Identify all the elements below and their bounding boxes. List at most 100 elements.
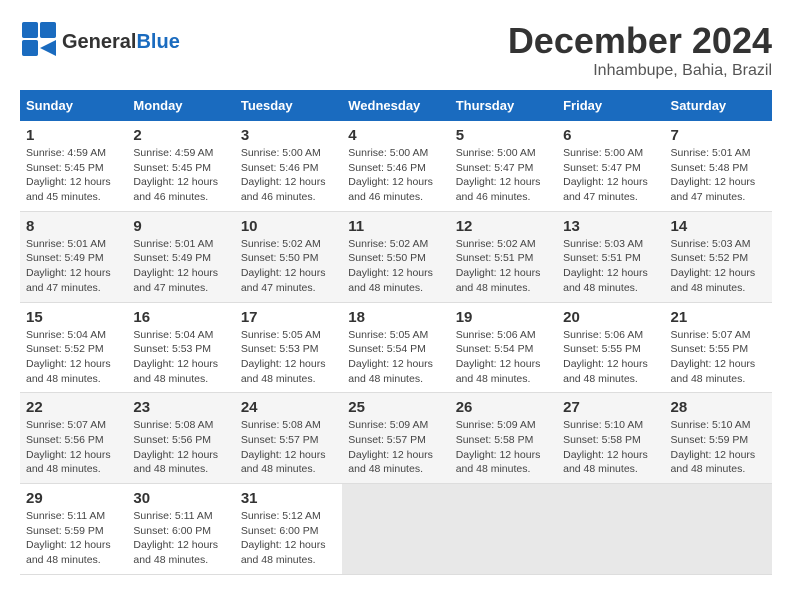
day-number: 6 xyxy=(563,127,658,144)
day-number: 25 xyxy=(348,399,443,416)
table-row: 22 Sunrise: 5:07 AM Sunset: 5:56 PM Dayli… xyxy=(20,393,127,484)
day-info: Sunrise: 5:00 AM Sunset: 5:46 PM Dayligh… xyxy=(348,146,443,205)
day-number: 4 xyxy=(348,127,443,144)
day-info: Sunrise: 5:07 AM Sunset: 5:56 PM Dayligh… xyxy=(26,418,121,477)
day-number: 18 xyxy=(348,309,443,326)
header-row: Sunday Monday Tuesday Wednesday Thursday… xyxy=(20,90,772,121)
day-info: Sunrise: 5:03 AM Sunset: 5:51 PM Dayligh… xyxy=(563,237,658,296)
week-row-3: 15Sunrise: 5:04 AM Sunset: 5:52 PM Dayli… xyxy=(20,302,772,393)
table-row: 9 Sunrise: 5:01 AM Sunset: 5:49 PM Daylig… xyxy=(127,211,234,302)
table-row: 25 Sunrise: 5:09 AM Sunset: 5:57 PM Dayli… xyxy=(342,393,449,484)
day-info: Sunrise: 5:06 AM Sunset: 5:55 PM Dayligh… xyxy=(563,328,658,387)
table-row: 27Sunrise: 5:10 AM Sunset: 5:58 PM Dayli… xyxy=(557,393,664,484)
day-info: Sunrise: 5:04 AM Sunset: 5:52 PM Dayligh… xyxy=(26,328,121,387)
table-row: 6Sunrise: 5:00 AM Sunset: 5:47 PM Daylig… xyxy=(557,121,664,211)
day-info: Sunrise: 5:07 AM Sunset: 5:55 PM Dayligh… xyxy=(671,328,766,387)
day-number: 11 xyxy=(348,218,443,235)
day-number: 20 xyxy=(563,309,658,326)
table-row: 30 Sunrise: 5:11 AM Sunset: 6:00 PM Dayli… xyxy=(127,484,234,575)
day-info: Sunrise: 5:09 AM Sunset: 5:57 PM Dayligh… xyxy=(348,418,443,477)
logo-icon xyxy=(20,20,58,58)
table-row: 23 Sunrise: 5:08 AM Sunset: 5:56 PM Dayli… xyxy=(127,393,234,484)
table-row: 2 Sunrise: 4:59 AM Sunset: 5:45 PM Daylig… xyxy=(127,121,234,211)
table-row: 10 Sunrise: 5:02 AM Sunset: 5:50 PM Dayli… xyxy=(235,211,342,302)
calendar-table: Sunday Monday Tuesday Wednesday Thursday… xyxy=(20,90,772,575)
day-number: 28 xyxy=(671,399,766,416)
table-row: 20 Sunrise: 5:06 AM Sunset: 5:55 PM Dayli… xyxy=(557,302,664,393)
day-number: 29 xyxy=(26,490,121,507)
day-number: 23 xyxy=(133,399,228,416)
col-tuesday: Tuesday xyxy=(235,90,342,121)
table-row xyxy=(450,484,557,575)
day-info: Sunrise: 5:01 AM Sunset: 5:49 PM Dayligh… xyxy=(133,237,228,296)
table-row: 26 Sunrise: 5:09 AM Sunset: 5:58 PM Dayli… xyxy=(450,393,557,484)
day-info: Sunrise: 5:08 AM Sunset: 5:57 PM Dayligh… xyxy=(241,418,336,477)
table-row: 29 Sunrise: 5:11 AM Sunset: 5:59 PM Dayli… xyxy=(20,484,127,575)
table-row xyxy=(342,484,449,575)
month-title: December 2024 xyxy=(508,20,772,62)
day-info: Sunrise: 5:01 AM Sunset: 5:49 PM Dayligh… xyxy=(26,237,121,296)
day-number: 19 xyxy=(456,309,551,326)
table-row: 4 Sunrise: 5:00 AM Sunset: 5:46 PM Daylig… xyxy=(342,121,449,211)
table-row: 3 Sunrise: 5:00 AM Sunset: 5:46 PM Daylig… xyxy=(235,121,342,211)
table-row xyxy=(557,484,664,575)
logo-text-line1: GeneralBlue xyxy=(62,31,180,53)
day-info: Sunrise: 5:12 AM Sunset: 6:00 PM Dayligh… xyxy=(241,509,336,568)
table-row: 24 Sunrise: 5:08 AM Sunset: 5:57 PM Dayli… xyxy=(235,393,342,484)
table-row: 17Sunrise: 5:05 AM Sunset: 5:53 PM Dayli… xyxy=(235,302,342,393)
location: Inhambupe, Bahia, Brazil xyxy=(508,62,772,80)
day-number: 12 xyxy=(456,218,551,235)
day-number: 3 xyxy=(241,127,336,144)
day-info: Sunrise: 5:09 AM Sunset: 5:58 PM Dayligh… xyxy=(456,418,551,477)
day-number: 26 xyxy=(456,399,551,416)
table-row: 31Sunrise: 5:12 AM Sunset: 6:00 PM Dayli… xyxy=(235,484,342,575)
day-info: Sunrise: 5:08 AM Sunset: 5:56 PM Dayligh… xyxy=(133,418,228,477)
day-info: Sunrise: 5:01 AM Sunset: 5:48 PM Dayligh… xyxy=(671,146,766,205)
week-row-5: 29 Sunrise: 5:11 AM Sunset: 5:59 PM Dayli… xyxy=(20,484,772,575)
week-row-1: 1Sunrise: 4:59 AM Sunset: 5:45 PM Daylig… xyxy=(20,121,772,211)
table-row: 14 Sunrise: 5:03 AM Sunset: 5:52 PM Dayli… xyxy=(665,211,772,302)
table-row: 21 Sunrise: 5:07 AM Sunset: 5:55 PM Dayli… xyxy=(665,302,772,393)
col-saturday: Saturday xyxy=(665,90,772,121)
table-row: 18Sunrise: 5:05 AM Sunset: 5:54 PM Dayli… xyxy=(342,302,449,393)
logo: GeneralBlue xyxy=(20,20,180,63)
week-row-4: 22 Sunrise: 5:07 AM Sunset: 5:56 PM Dayli… xyxy=(20,393,772,484)
day-info: Sunrise: 5:06 AM Sunset: 5:54 PM Dayligh… xyxy=(456,328,551,387)
table-row: 28Sunrise: 5:10 AM Sunset: 5:59 PM Dayli… xyxy=(665,393,772,484)
day-number: 9 xyxy=(133,218,228,235)
day-info: Sunrise: 5:11 AM Sunset: 5:59 PM Dayligh… xyxy=(26,509,121,568)
page-header: GeneralBlue December 2024 Inhambupe, Bah… xyxy=(20,20,772,80)
day-number: 13 xyxy=(563,218,658,235)
col-wednesday: Wednesday xyxy=(342,90,449,121)
day-info: Sunrise: 4:59 AM Sunset: 5:45 PM Dayligh… xyxy=(26,146,121,205)
day-number: 17 xyxy=(241,309,336,326)
day-number: 14 xyxy=(671,218,766,235)
day-number: 30 xyxy=(133,490,228,507)
day-number: 8 xyxy=(26,218,121,235)
day-info: Sunrise: 5:02 AM Sunset: 5:50 PM Dayligh… xyxy=(348,237,443,296)
day-info: Sunrise: 5:02 AM Sunset: 5:51 PM Dayligh… xyxy=(456,237,551,296)
day-info: Sunrise: 5:04 AM Sunset: 5:53 PM Dayligh… xyxy=(133,328,228,387)
day-number: 24 xyxy=(241,399,336,416)
day-number: 22 xyxy=(26,399,121,416)
col-sunday: Sunday xyxy=(20,90,127,121)
day-number: 21 xyxy=(671,309,766,326)
day-number: 5 xyxy=(456,127,551,144)
day-info: Sunrise: 4:59 AM Sunset: 5:45 PM Dayligh… xyxy=(133,146,228,205)
day-info: Sunrise: 5:11 AM Sunset: 6:00 PM Dayligh… xyxy=(133,509,228,568)
day-number: 7 xyxy=(671,127,766,144)
day-info: Sunrise: 5:03 AM Sunset: 5:52 PM Dayligh… xyxy=(671,237,766,296)
table-row: 15Sunrise: 5:04 AM Sunset: 5:52 PM Dayli… xyxy=(20,302,127,393)
col-monday: Monday xyxy=(127,90,234,121)
day-number: 10 xyxy=(241,218,336,235)
day-info: Sunrise: 5:02 AM Sunset: 5:50 PM Dayligh… xyxy=(241,237,336,296)
table-row: 12 Sunrise: 5:02 AM Sunset: 5:51 PM Dayli… xyxy=(450,211,557,302)
table-row: 16 Sunrise: 5:04 AM Sunset: 5:53 PM Dayli… xyxy=(127,302,234,393)
table-row: 19 Sunrise: 5:06 AM Sunset: 5:54 PM Dayli… xyxy=(450,302,557,393)
col-thursday: Thursday xyxy=(450,90,557,121)
table-row: 7 Sunrise: 5:01 AM Sunset: 5:48 PM Daylig… xyxy=(665,121,772,211)
day-number: 16 xyxy=(133,309,228,326)
day-number: 2 xyxy=(133,127,228,144)
day-info: Sunrise: 5:00 AM Sunset: 5:46 PM Dayligh… xyxy=(241,146,336,205)
table-row: 1Sunrise: 4:59 AM Sunset: 5:45 PM Daylig… xyxy=(20,121,127,211)
